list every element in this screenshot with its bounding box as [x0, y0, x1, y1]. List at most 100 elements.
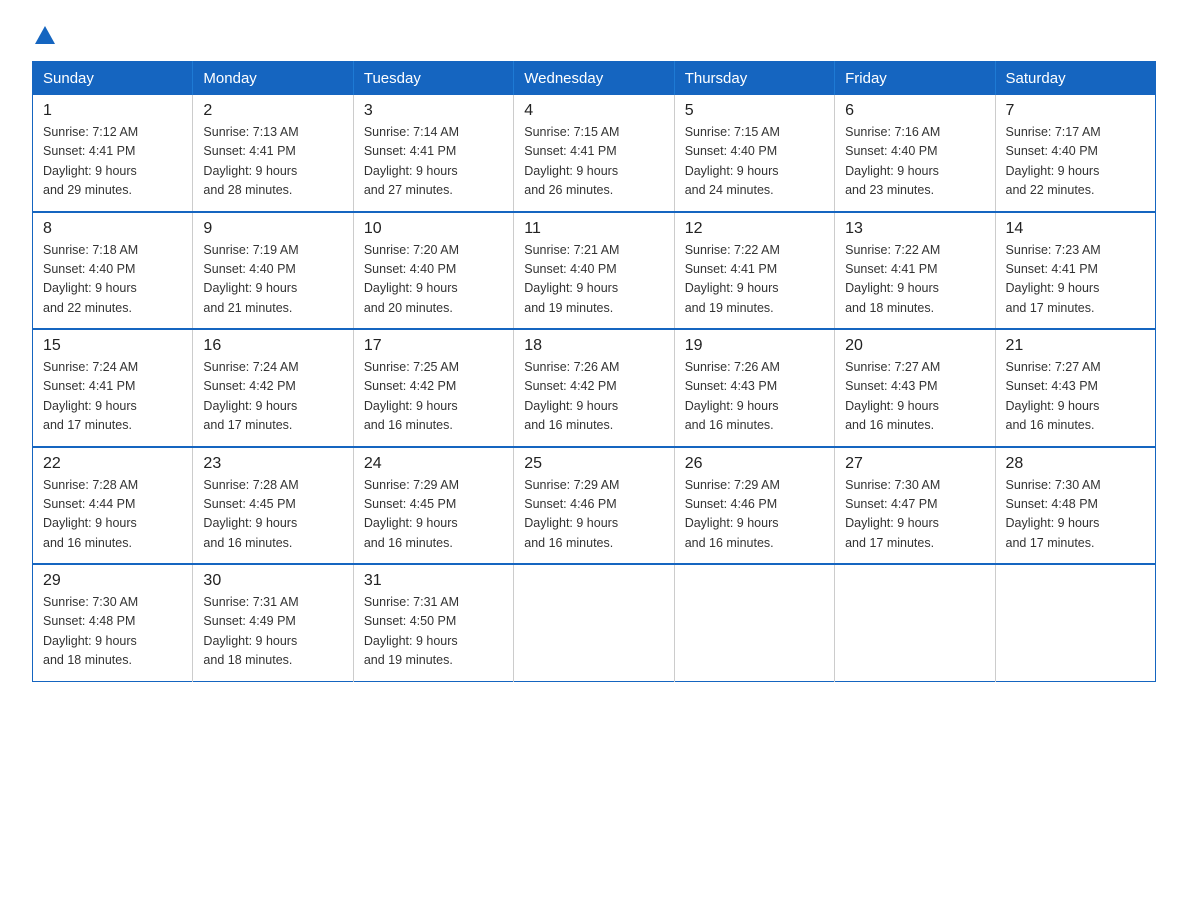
day-number: 10 — [364, 220, 503, 238]
calendar-cell: 4 Sunrise: 7:15 AMSunset: 4:41 PMDayligh… — [514, 95, 674, 212]
calendar-header: SundayMondayTuesdayWednesdayThursdayFrid… — [33, 62, 1156, 96]
day-info: Sunrise: 7:14 AMSunset: 4:41 PMDaylight:… — [364, 123, 503, 201]
calendar-cell: 20 Sunrise: 7:27 AMSunset: 4:43 PMDaylig… — [835, 329, 995, 447]
calendar-cell: 2 Sunrise: 7:13 AMSunset: 4:41 PMDayligh… — [193, 95, 353, 212]
day-number: 21 — [1006, 337, 1145, 355]
calendar-cell: 14 Sunrise: 7:23 AMSunset: 4:41 PMDaylig… — [995, 212, 1155, 330]
day-number: 18 — [524, 337, 663, 355]
day-number: 11 — [524, 220, 663, 238]
day-info: Sunrise: 7:31 AMSunset: 4:49 PMDaylight:… — [203, 593, 342, 671]
calendar-cell: 15 Sunrise: 7:24 AMSunset: 4:41 PMDaylig… — [33, 329, 193, 447]
calendar-cell — [514, 564, 674, 681]
calendar-cell: 18 Sunrise: 7:26 AMSunset: 4:42 PMDaylig… — [514, 329, 674, 447]
calendar-cell: 16 Sunrise: 7:24 AMSunset: 4:42 PMDaylig… — [193, 329, 353, 447]
calendar-cell: 23 Sunrise: 7:28 AMSunset: 4:45 PMDaylig… — [193, 447, 353, 565]
calendar-table: SundayMondayTuesdayWednesdayThursdayFrid… — [32, 61, 1156, 682]
day-number: 25 — [524, 455, 663, 473]
day-info: Sunrise: 7:27 AMSunset: 4:43 PMDaylight:… — [845, 358, 984, 436]
day-info: Sunrise: 7:29 AMSunset: 4:46 PMDaylight:… — [524, 476, 663, 554]
day-info: Sunrise: 7:30 AMSunset: 4:48 PMDaylight:… — [43, 593, 182, 671]
calendar-cell: 6 Sunrise: 7:16 AMSunset: 4:40 PMDayligh… — [835, 95, 995, 212]
header-day-friday: Friday — [835, 62, 995, 96]
day-info: Sunrise: 7:31 AMSunset: 4:50 PMDaylight:… — [364, 593, 503, 671]
calendar-cell: 21 Sunrise: 7:27 AMSunset: 4:43 PMDaylig… — [995, 329, 1155, 447]
day-number: 12 — [685, 220, 824, 238]
calendar-week-row: 29 Sunrise: 7:30 AMSunset: 4:48 PMDaylig… — [33, 564, 1156, 681]
day-number: 30 — [203, 572, 342, 590]
day-info: Sunrise: 7:20 AMSunset: 4:40 PMDaylight:… — [364, 241, 503, 319]
calendar-cell: 19 Sunrise: 7:26 AMSunset: 4:43 PMDaylig… — [674, 329, 834, 447]
day-info: Sunrise: 7:19 AMSunset: 4:40 PMDaylight:… — [203, 241, 342, 319]
header-day-monday: Monday — [193, 62, 353, 96]
day-number: 28 — [1006, 455, 1145, 473]
calendar-cell — [995, 564, 1155, 681]
day-info: Sunrise: 7:26 AMSunset: 4:42 PMDaylight:… — [524, 358, 663, 436]
calendar-week-row: 8 Sunrise: 7:18 AMSunset: 4:40 PMDayligh… — [33, 212, 1156, 330]
day-number: 14 — [1006, 220, 1145, 238]
calendar-cell: 8 Sunrise: 7:18 AMSunset: 4:40 PMDayligh… — [33, 212, 193, 330]
calendar-cell: 22 Sunrise: 7:28 AMSunset: 4:44 PMDaylig… — [33, 447, 193, 565]
calendar-week-row: 22 Sunrise: 7:28 AMSunset: 4:44 PMDaylig… — [33, 447, 1156, 565]
day-info: Sunrise: 7:15 AMSunset: 4:40 PMDaylight:… — [685, 123, 824, 201]
day-info: Sunrise: 7:22 AMSunset: 4:41 PMDaylight:… — [845, 241, 984, 319]
header-day-thursday: Thursday — [674, 62, 834, 96]
day-number: 27 — [845, 455, 984, 473]
day-info: Sunrise: 7:25 AMSunset: 4:42 PMDaylight:… — [364, 358, 503, 436]
calendar-body: 1 Sunrise: 7:12 AMSunset: 4:41 PMDayligh… — [33, 95, 1156, 681]
calendar-cell: 12 Sunrise: 7:22 AMSunset: 4:41 PMDaylig… — [674, 212, 834, 330]
calendar-cell: 7 Sunrise: 7:17 AMSunset: 4:40 PMDayligh… — [995, 95, 1155, 212]
calendar-cell: 1 Sunrise: 7:12 AMSunset: 4:41 PMDayligh… — [33, 95, 193, 212]
header-row: SundayMondayTuesdayWednesdayThursdayFrid… — [33, 62, 1156, 96]
day-number: 29 — [43, 572, 182, 590]
day-number: 17 — [364, 337, 503, 355]
calendar-cell: 24 Sunrise: 7:29 AMSunset: 4:45 PMDaylig… — [353, 447, 513, 565]
day-number: 9 — [203, 220, 342, 238]
day-number: 19 — [685, 337, 824, 355]
calendar-cell: 9 Sunrise: 7:19 AMSunset: 4:40 PMDayligh… — [193, 212, 353, 330]
day-number: 8 — [43, 220, 182, 238]
calendar-cell: 17 Sunrise: 7:25 AMSunset: 4:42 PMDaylig… — [353, 329, 513, 447]
calendar-cell: 30 Sunrise: 7:31 AMSunset: 4:49 PMDaylig… — [193, 564, 353, 681]
logo-arrow-icon — [35, 26, 55, 49]
day-number: 20 — [845, 337, 984, 355]
calendar-cell: 10 Sunrise: 7:20 AMSunset: 4:40 PMDaylig… — [353, 212, 513, 330]
calendar-week-row: 1 Sunrise: 7:12 AMSunset: 4:41 PMDayligh… — [33, 95, 1156, 212]
calendar-cell: 29 Sunrise: 7:30 AMSunset: 4:48 PMDaylig… — [33, 564, 193, 681]
day-info: Sunrise: 7:12 AMSunset: 4:41 PMDaylight:… — [43, 123, 182, 201]
day-info: Sunrise: 7:26 AMSunset: 4:43 PMDaylight:… — [685, 358, 824, 436]
day-info: Sunrise: 7:18 AMSunset: 4:40 PMDaylight:… — [43, 241, 182, 319]
day-info: Sunrise: 7:28 AMSunset: 4:44 PMDaylight:… — [43, 476, 182, 554]
calendar-cell: 28 Sunrise: 7:30 AMSunset: 4:48 PMDaylig… — [995, 447, 1155, 565]
day-info: Sunrise: 7:15 AMSunset: 4:41 PMDaylight:… — [524, 123, 663, 201]
day-info: Sunrise: 7:16 AMSunset: 4:40 PMDaylight:… — [845, 123, 984, 201]
day-number: 3 — [364, 102, 503, 120]
day-number: 6 — [845, 102, 984, 120]
day-number: 7 — [1006, 102, 1145, 120]
day-number: 5 — [685, 102, 824, 120]
day-number: 24 — [364, 455, 503, 473]
day-info: Sunrise: 7:28 AMSunset: 4:45 PMDaylight:… — [203, 476, 342, 554]
calendar-cell: 11 Sunrise: 7:21 AMSunset: 4:40 PMDaylig… — [514, 212, 674, 330]
calendar-cell: 26 Sunrise: 7:29 AMSunset: 4:46 PMDaylig… — [674, 447, 834, 565]
day-number: 4 — [524, 102, 663, 120]
page-header — [32, 24, 1156, 43]
day-info: Sunrise: 7:30 AMSunset: 4:48 PMDaylight:… — [1006, 476, 1145, 554]
day-info: Sunrise: 7:13 AMSunset: 4:41 PMDaylight:… — [203, 123, 342, 201]
calendar-cell: 13 Sunrise: 7:22 AMSunset: 4:41 PMDaylig… — [835, 212, 995, 330]
calendar-cell: 27 Sunrise: 7:30 AMSunset: 4:47 PMDaylig… — [835, 447, 995, 565]
day-number: 31 — [364, 572, 503, 590]
header-day-wednesday: Wednesday — [514, 62, 674, 96]
day-info: Sunrise: 7:24 AMSunset: 4:41 PMDaylight:… — [43, 358, 182, 436]
day-number: 23 — [203, 455, 342, 473]
calendar-cell: 3 Sunrise: 7:14 AMSunset: 4:41 PMDayligh… — [353, 95, 513, 212]
day-number: 22 — [43, 455, 182, 473]
day-info: Sunrise: 7:21 AMSunset: 4:40 PMDaylight:… — [524, 241, 663, 319]
day-info: Sunrise: 7:17 AMSunset: 4:40 PMDaylight:… — [1006, 123, 1145, 201]
day-info: Sunrise: 7:27 AMSunset: 4:43 PMDaylight:… — [1006, 358, 1145, 436]
day-number: 15 — [43, 337, 182, 355]
day-number: 16 — [203, 337, 342, 355]
day-info: Sunrise: 7:24 AMSunset: 4:42 PMDaylight:… — [203, 358, 342, 436]
calendar-cell: 5 Sunrise: 7:15 AMSunset: 4:40 PMDayligh… — [674, 95, 834, 212]
calendar-cell: 31 Sunrise: 7:31 AMSunset: 4:50 PMDaylig… — [353, 564, 513, 681]
header-day-saturday: Saturday — [995, 62, 1155, 96]
